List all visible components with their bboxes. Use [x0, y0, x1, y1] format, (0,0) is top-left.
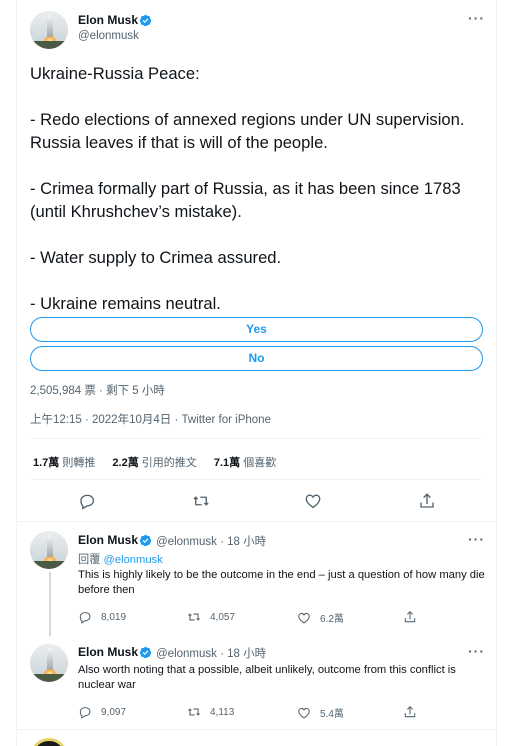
- author-name[interactable]: Elon Musk: [78, 13, 138, 27]
- reply-icon[interactable]: [78, 492, 96, 510]
- share-button[interactable]: [403, 705, 426, 719]
- tweet-stats: 1.7萬 則轉推 2.2萬 引用的推文 7.1萬 個喜歡: [33, 454, 290, 470]
- like-button[interactable]: 6.2萬: [297, 610, 344, 625]
- retweets-stat[interactable]: 1.7萬 則轉推: [33, 457, 95, 469]
- thread-line: [49, 572, 51, 636]
- more-icon[interactable]: ···: [468, 10, 485, 26]
- like-count: 5.4萬: [320, 709, 344, 720]
- divider: [30, 438, 482, 439]
- reply-avatar[interactable]: [30, 644, 68, 682]
- divider: [30, 479, 482, 480]
- more-icon[interactable]: ···: [468, 643, 485, 659]
- likes-stat[interactable]: 7.1萬 個喜歡: [214, 457, 276, 469]
- more-icon[interactable]: ···: [468, 531, 485, 547]
- like-button[interactable]: 5.4萬: [297, 705, 344, 720]
- reply-author-handle[interactable]: @elonmusk · 18 小時: [156, 533, 266, 549]
- reply-author-name[interactable]: Elon Musk: [78, 533, 138, 547]
- author-avatar[interactable]: [30, 11, 68, 49]
- retweet-button[interactable]: 4,057: [187, 610, 235, 624]
- retweet-count: 4,057: [210, 611, 236, 623]
- reply-button[interactable]: 9,097: [78, 705, 126, 719]
- replying-to: 回覆 @elonmusk: [78, 551, 163, 567]
- author-handle[interactable]: @elonmusk: [78, 30, 139, 42]
- divider: [16, 521, 497, 522]
- like-count: 6.2萬: [320, 614, 344, 625]
- poll-option-no[interactable]: No: [30, 346, 483, 371]
- reply-button[interactable]: 8,019: [78, 610, 126, 624]
- verified-badge-icon: [139, 14, 152, 27]
- poll-votes-remaining: 2,505,984 票 · 剩下 5 小時: [30, 385, 165, 397]
- reply-author-name[interactable]: Elon Musk: [78, 645, 138, 659]
- reply-text: This is highly likely to be the outcome …: [78, 569, 485, 596]
- reply-count: 8,019: [101, 611, 127, 623]
- divider: [16, 729, 497, 730]
- retweet-count: 4,113: [210, 706, 235, 718]
- replying-to-label: 回覆: [78, 554, 101, 566]
- poll-option-yes[interactable]: Yes: [30, 317, 483, 342]
- replying-to-handle[interactable]: @elonmusk: [104, 554, 163, 566]
- tweet-text: Ukraine-Russia Peace: - Redo elections o…: [30, 64, 465, 313]
- quotes-stat[interactable]: 2.2萬 引用的推文: [112, 457, 196, 469]
- tweet-timestamp[interactable]: 上午12:15 · 2022年10月4日 · Twitter for iPhon…: [30, 411, 271, 427]
- verified-badge-icon: [139, 646, 152, 659]
- retweet-icon[interactable]: [192, 492, 210, 510]
- reply-text: Also worth noting that a possible, albei…: [78, 664, 456, 691]
- reply-avatar[interactable]: [30, 531, 68, 569]
- share-icon[interactable]: [418, 492, 436, 510]
- reply-count: 9,097: [101, 706, 127, 718]
- like-icon[interactable]: [304, 492, 322, 510]
- verified-badge-icon: [139, 534, 152, 547]
- retweet-button[interactable]: 4,113: [187, 705, 234, 719]
- reply-author-handle[interactable]: @elonmusk · 18 小時: [156, 645, 266, 661]
- share-button[interactable]: [403, 610, 426, 624]
